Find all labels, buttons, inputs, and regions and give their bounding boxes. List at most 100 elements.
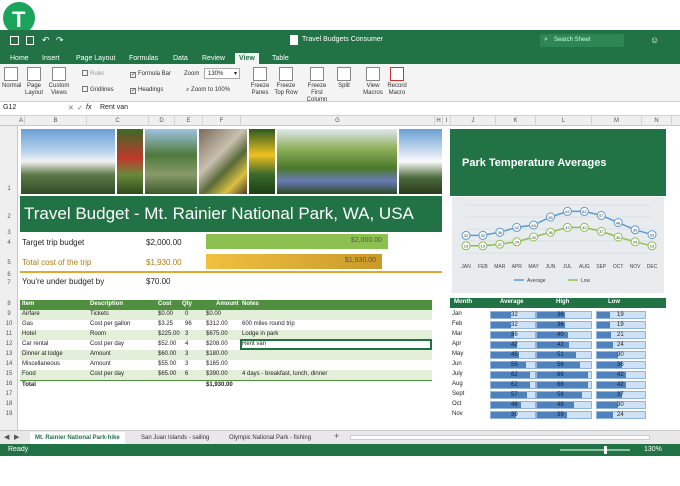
cell-cost[interactable]: $55.00 <box>158 361 176 367</box>
tab-formulas[interactable]: Formulas <box>125 53 162 64</box>
row-header[interactable]: 8 <box>0 301 18 307</box>
normal-view-button[interactable]: Normal <box>2 67 21 90</box>
zoom-select[interactable]: 130% ▾ <box>204 68 240 79</box>
cell-amount[interactable]: $180.00 <box>206 351 228 357</box>
formula-input[interactable]: Rent van <box>100 104 128 111</box>
tab-home[interactable]: Home <box>6 53 33 64</box>
add-sheet-icon[interactable]: + <box>334 431 339 441</box>
row-header[interactable]: 6 <box>0 272 18 278</box>
cell-amount[interactable]: $675.00 <box>206 331 228 337</box>
column-header[interactable]: K <box>496 116 536 126</box>
row-header[interactable]: 10 <box>0 321 18 327</box>
cell-cost[interactable]: $225.00 <box>158 331 180 337</box>
cell-cost[interactable]: $0.00 <box>158 311 173 317</box>
row-header[interactable]: 1 <box>0 186 18 192</box>
row-header[interactable]: 17 <box>0 391 18 397</box>
horizontal-scrollbar[interactable] <box>350 435 650 440</box>
cell-description[interactable]: Cost per day <box>90 371 124 377</box>
row-header[interactable]: 7 <box>0 280 18 286</box>
column-header[interactable]: G <box>241 116 435 126</box>
cell-qty[interactable]: 0 <box>185 311 188 317</box>
cell-qty[interactable]: 3 <box>185 361 188 367</box>
freeze-panes-button[interactable]: Freeze Panes <box>250 67 270 97</box>
cell-description[interactable]: Cost per gallon <box>90 321 130 327</box>
row-header[interactable]: 16 <box>0 381 18 387</box>
cell-description[interactable]: Amount <box>90 351 111 357</box>
column-header[interactable]: H <box>435 116 443 126</box>
cell-cost[interactable]: $3.25 <box>158 321 173 327</box>
search-box[interactable]: ⌕ Search Sheet <box>540 34 624 47</box>
cell-qty[interactable]: 96 <box>185 321 192 327</box>
cell-item[interactable]: Hotel <box>22 331 36 337</box>
split-button[interactable]: Split <box>336 67 352 90</box>
ruler-checkbox[interactable]: Ruler <box>82 70 104 78</box>
zoom-slider[interactable] <box>560 449 630 451</box>
zoom-slider-handle[interactable] <box>604 446 607 454</box>
column-header[interactable]: N <box>642 116 672 126</box>
zoom-100-button[interactable]: ⌕ Zoom to 100% <box>186 86 230 94</box>
gridlines-checkbox[interactable]: Gridlines <box>82 86 114 94</box>
save-icon[interactable] <box>26 36 34 45</box>
sheet-tab-olympic[interactable]: Olympic National Park - fishing <box>224 432 316 444</box>
freeze-first-column-button[interactable]: Freeze First Column <box>302 67 332 104</box>
custom-views-button[interactable]: Custom Views <box>48 67 70 97</box>
cell-qty[interactable]: 6 <box>185 371 188 377</box>
redo-icon[interactable]: ↷ <box>56 35 64 46</box>
cancel-icon[interactable]: ✕ <box>68 104 74 112</box>
cell-item[interactable]: Miscellaneous <box>22 361 60 367</box>
name-box[interactable]: G12 <box>3 104 53 114</box>
column-header[interactable]: I <box>443 116 451 126</box>
formula-bar-checkbox[interactable]: ✓ Formula Bar <box>130 70 171 78</box>
cell-notes[interactable]: Lodge in park <box>242 331 278 337</box>
tab-table[interactable]: Table <box>268 53 293 64</box>
cell-description[interactable]: Cost per day <box>90 341 124 347</box>
row-header[interactable]: 18 <box>0 401 18 407</box>
column-header[interactable]: D <box>149 116 175 126</box>
column-header[interactable]: J <box>451 116 496 126</box>
cell-amount[interactable]: $390.00 <box>206 371 228 377</box>
row-header[interactable]: 5 <box>0 260 18 266</box>
cell-qty[interactable]: 4 <box>185 341 188 347</box>
tab-insert[interactable]: Insert <box>38 53 64 64</box>
cell-notes[interactable]: 4 days - breakfast, lunch, dinner <box>242 371 327 377</box>
cell-item[interactable]: Food <box>22 371 36 377</box>
column-header[interactable]: M <box>592 116 642 126</box>
sheet-tab-san-juan[interactable]: San Juan Islands - sailing <box>136 432 214 444</box>
column-header[interactable]: F <box>203 116 241 126</box>
cell-cost[interactable]: $52.00 <box>158 341 176 347</box>
cell-item[interactable]: Airfare <box>22 311 40 317</box>
scroll-right-icon[interactable]: ▶ <box>14 433 19 441</box>
tab-page-layout[interactable]: Page Layout <box>72 53 119 64</box>
column-header[interactable]: C <box>87 116 149 126</box>
cell-amount[interactable]: $0.00 <box>206 311 221 317</box>
row-header[interactable]: 11 <box>0 331 18 337</box>
row-header[interactable]: 4 <box>0 240 18 246</box>
grid-app-icon[interactable] <box>10 36 19 45</box>
headings-checkbox[interactable]: ✓ Headings <box>130 86 163 94</box>
column-header[interactable]: B <box>25 116 87 126</box>
row-header[interactable]: 12 <box>0 341 18 347</box>
cell-qty[interactable]: 3 <box>185 331 188 337</box>
view-macros-button[interactable]: View Macros <box>362 67 384 97</box>
column-header[interactable]: L <box>536 116 592 126</box>
tab-review[interactable]: Review <box>198 53 229 64</box>
cell-amount[interactable]: $312.00 <box>206 321 228 327</box>
freeze-top-row-button[interactable]: Freeze Top Row <box>273 67 299 97</box>
cell-item[interactable]: Dinner at lodge <box>22 351 63 357</box>
cell-notes[interactable]: 600 miles round trip <box>242 321 295 327</box>
row-header[interactable]: 15 <box>0 371 18 377</box>
cell-description[interactable]: Room <box>90 331 106 337</box>
selected-cell[interactable] <box>240 339 432 350</box>
row-header[interactable]: 14 <box>0 361 18 367</box>
cell-item[interactable]: Gas <box>22 321 33 327</box>
row-header[interactable]: 13 <box>0 351 18 357</box>
row-header[interactable]: 3 <box>0 230 18 236</box>
tab-view[interactable]: View <box>235 53 259 64</box>
cell-description[interactable]: Tickets <box>90 311 109 317</box>
cell-amount[interactable]: $165.00 <box>206 361 228 367</box>
cell-item[interactable]: Car rental <box>22 341 48 347</box>
row-header[interactable]: 19 <box>0 411 18 417</box>
scroll-left-icon[interactable]: ◀ <box>4 433 9 441</box>
cell-qty[interactable]: 3 <box>185 351 188 357</box>
cell-cost[interactable]: $60.00 <box>158 351 176 357</box>
